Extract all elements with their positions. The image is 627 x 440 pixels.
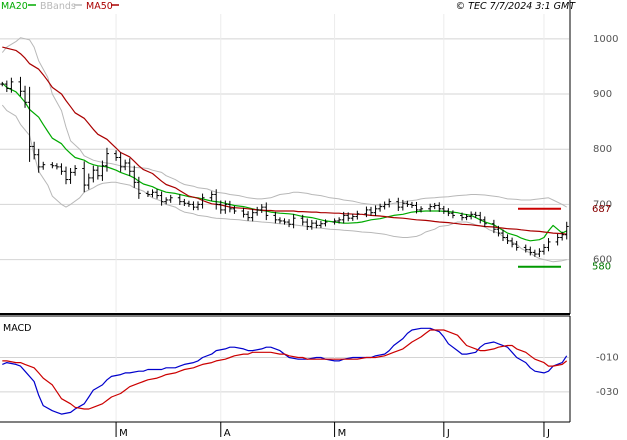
legend-bbands-label: BBands bbox=[40, 1, 76, 12]
price-marker-label: 687 bbox=[592, 204, 611, 215]
legend-ma20-label: MA20 bbox=[1, 1, 28, 12]
x-axis-month-label: J bbox=[446, 428, 450, 439]
price-marker-label: 580 bbox=[592, 262, 611, 273]
macd-panel-background bbox=[0, 318, 569, 421]
macd-tick-label: -010 bbox=[596, 352, 619, 363]
macd-panel: -010 -030 MACD bbox=[0, 318, 619, 421]
macd-axis: -010 -030 bbox=[596, 352, 619, 397]
price-axis: 1000900800700600 bbox=[593, 34, 618, 266]
price-panel: 1000900800700600 687580 bbox=[0, 14, 618, 312]
price-tick-label: 900 bbox=[593, 89, 612, 100]
legend-ma50-label: MA50 bbox=[86, 1, 113, 12]
price-tick-label: 800 bbox=[593, 144, 612, 155]
macd-tick-label: -030 bbox=[596, 387, 619, 398]
price-panel-background bbox=[0, 14, 569, 312]
copyright-timestamp: © TEC 7/7/2024 3:1 GMT bbox=[456, 1, 577, 12]
x-axis-month-label: J bbox=[546, 428, 550, 439]
x-axis: MAMJJ bbox=[115, 422, 550, 439]
x-axis-month-label: M bbox=[338, 428, 347, 439]
stock-chart: 1000900800700600 687580 -010-030 MACD MA… bbox=[0, 0, 619, 439]
x-axis-month-label: M bbox=[119, 428, 128, 439]
x-axis-month-label: A bbox=[224, 428, 231, 439]
price-tick-label: 1000 bbox=[593, 34, 618, 45]
chart-legend: MA20 BBands MA50 bbox=[1, 1, 119, 12]
macd-title: MACD bbox=[3, 323, 31, 334]
